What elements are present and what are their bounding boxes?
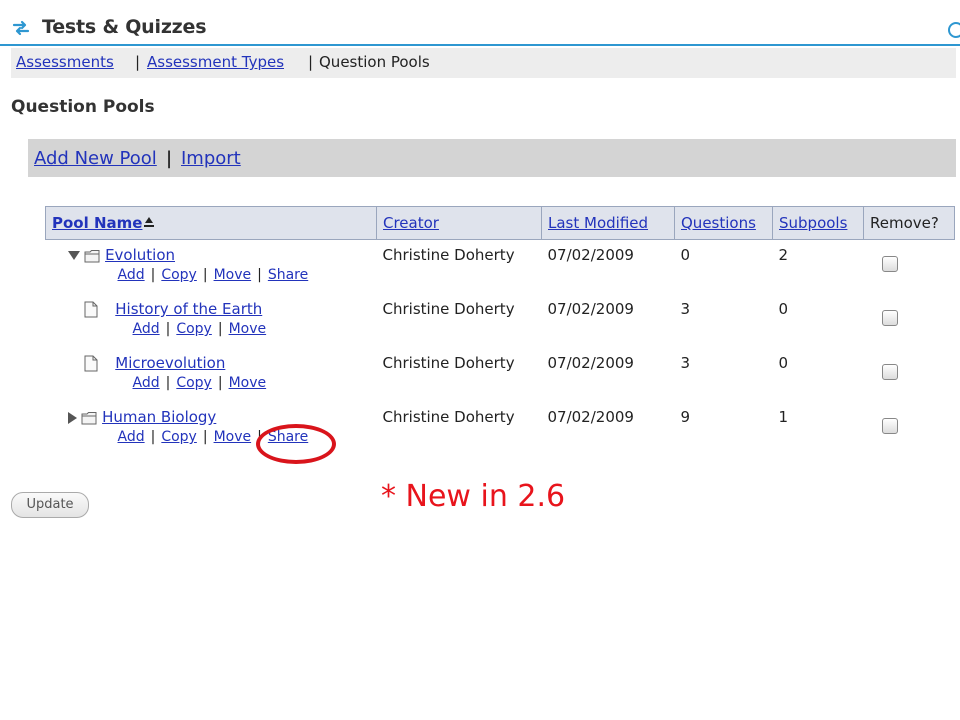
- modified-cell: 07/02/2009: [547, 246, 634, 264]
- pool-actions: Add | Copy | Move: [132, 321, 267, 337]
- col-remove: Remove?: [863, 206, 955, 240]
- page-title: Question Pools: [11, 97, 155, 117]
- question-pools-table: Pool Name Creator Last Modified Question…: [45, 206, 955, 462]
- subpools-cell: 2: [778, 246, 789, 264]
- sort-questions-link[interactable]: Questions: [681, 214, 756, 232]
- col-pool-name[interactable]: Pool Name: [45, 206, 377, 240]
- move-link[interactable]: Move: [214, 429, 252, 445]
- action-separator: |: [166, 148, 173, 169]
- sort-pool-name-link[interactable]: Pool Name: [52, 214, 142, 232]
- remove-cell: [864, 408, 955, 462]
- tool-nav-bar: Assessments | Assessment Types | Questio…: [11, 48, 956, 78]
- modified-cell: 07/02/2009: [547, 354, 634, 372]
- remove-cell: [864, 300, 955, 354]
- move-link[interactable]: Move: [229, 321, 267, 337]
- copy-link[interactable]: Copy: [176, 321, 212, 337]
- add-new-pool-link[interactable]: Add New Pool: [34, 139, 157, 179]
- share-link[interactable]: Share: [268, 267, 308, 283]
- import-link[interactable]: Import: [181, 139, 241, 179]
- table-row: Evolution Add | Copy | Move | Share Christine …: [46, 240, 955, 301]
- add-link[interactable]: Add: [118, 429, 145, 445]
- questions-cell: 0: [680, 246, 691, 264]
- nav-separator: |: [308, 53, 314, 71]
- add-link[interactable]: Add: [133, 321, 160, 337]
- collapse-triangle-icon[interactable]: [67, 251, 80, 260]
- subpools-cell: 1: [778, 408, 789, 426]
- remove-checkbox[interactable]: [881, 256, 898, 272]
- new-feature-annotation: * New in 2.6: [381, 479, 566, 514]
- questions-cell: 9: [680, 408, 691, 426]
- add-link[interactable]: Add: [118, 267, 145, 283]
- col-subpools[interactable]: Subpools: [772, 206, 864, 240]
- document-icon: [84, 301, 97, 318]
- col-creator[interactable]: Creator: [376, 206, 542, 240]
- modified-cell: 07/02/2009: [547, 408, 634, 426]
- sort-last-modified-link[interactable]: Last Modified: [548, 214, 648, 232]
- folder-icon: [81, 411, 97, 424]
- table-row: History of the Earth Add | Copy | Move Chris…: [46, 300, 955, 354]
- table-header-row: Pool Name Creator Last Modified Question…: [45, 206, 955, 240]
- add-link[interactable]: Add: [133, 375, 160, 391]
- pool-actions: Add | Copy | Move: [132, 375, 267, 391]
- copy-link[interactable]: Copy: [176, 375, 212, 391]
- table-row: Human Biology Add | Copy | Move | Share Christ…: [46, 408, 955, 462]
- modified-cell: 07/02/2009: [547, 300, 634, 318]
- expand-triangle-icon[interactable]: [67, 411, 77, 424]
- col-questions[interactable]: Questions: [674, 206, 773, 240]
- nav-separator: |: [135, 53, 141, 71]
- update-button[interactable]: Update: [11, 492, 89, 518]
- copy-link[interactable]: Copy: [161, 267, 197, 283]
- remove-cell: [864, 354, 955, 408]
- nav-assessment-types-link[interactable]: Assessment Types: [147, 48, 284, 76]
- remove-header-label: Remove?: [870, 214, 939, 232]
- reset-arrows-icon[interactable]: [11, 19, 31, 37]
- subpools-cell: 0: [778, 354, 789, 372]
- remove-checkbox[interactable]: [881, 418, 898, 434]
- move-link[interactable]: Move: [229, 375, 267, 391]
- sort-ascending-icon: [144, 216, 155, 229]
- col-last-modified[interactable]: Last Modified: [541, 206, 675, 240]
- pool-link-human-biology[interactable]: Human Biology: [102, 408, 216, 426]
- pool-name-cell: Microevolution Add | Copy | Move: [46, 354, 377, 408]
- table-row: Microevolution Add | Copy | Move Christine D…: [46, 354, 955, 408]
- pool-link-microevolution[interactable]: Microevolution: [115, 354, 225, 372]
- share-highlight-ellipse: [256, 424, 336, 464]
- remove-cell: [864, 240, 955, 301]
- questions-cell: 3: [680, 300, 691, 318]
- sort-creator-link[interactable]: Creator: [383, 214, 439, 232]
- sort-subpools-link[interactable]: Subpools: [779, 214, 847, 232]
- questions-cell: 3: [680, 354, 691, 372]
- remove-checkbox[interactable]: [881, 310, 898, 326]
- copy-link[interactable]: Copy: [161, 429, 197, 445]
- folder-icon: [84, 249, 100, 262]
- pool-link-evolution[interactable]: Evolution: [105, 246, 175, 264]
- pool-name-cell: Evolution Add | Copy | Move | Share: [46, 240, 377, 301]
- tool-title: Tests & Quizzes: [42, 16, 207, 38]
- creator-cell: Christine Doherty: [382, 354, 515, 372]
- creator-cell: Christine Doherty: [382, 408, 515, 426]
- remove-checkbox[interactable]: [881, 364, 898, 380]
- nav-assessments-link[interactable]: Assessments: [16, 48, 114, 76]
- help-icon[interactable]: [948, 22, 960, 38]
- pool-action-bar: Add New Pool | Import: [28, 139, 956, 177]
- document-icon: [84, 355, 97, 372]
- creator-cell: Christine Doherty: [382, 300, 515, 318]
- move-link[interactable]: Move: [214, 267, 252, 283]
- tool-title-bar: Tests & Quizzes: [0, 8, 960, 46]
- pool-name-cell: History of the Earth Add | Copy | Move: [46, 300, 377, 354]
- pool-actions: Add | Copy | Move | Share: [117, 267, 309, 283]
- creator-cell: Christine Doherty: [382, 246, 515, 264]
- subpools-cell: 0: [778, 300, 789, 318]
- pool-link-history-of-the-earth[interactable]: History of the Earth: [115, 300, 262, 318]
- nav-question-pools-current: Question Pools: [319, 53, 430, 71]
- page: Tests & Quizzes Assessments | Assessment…: [0, 0, 960, 720]
